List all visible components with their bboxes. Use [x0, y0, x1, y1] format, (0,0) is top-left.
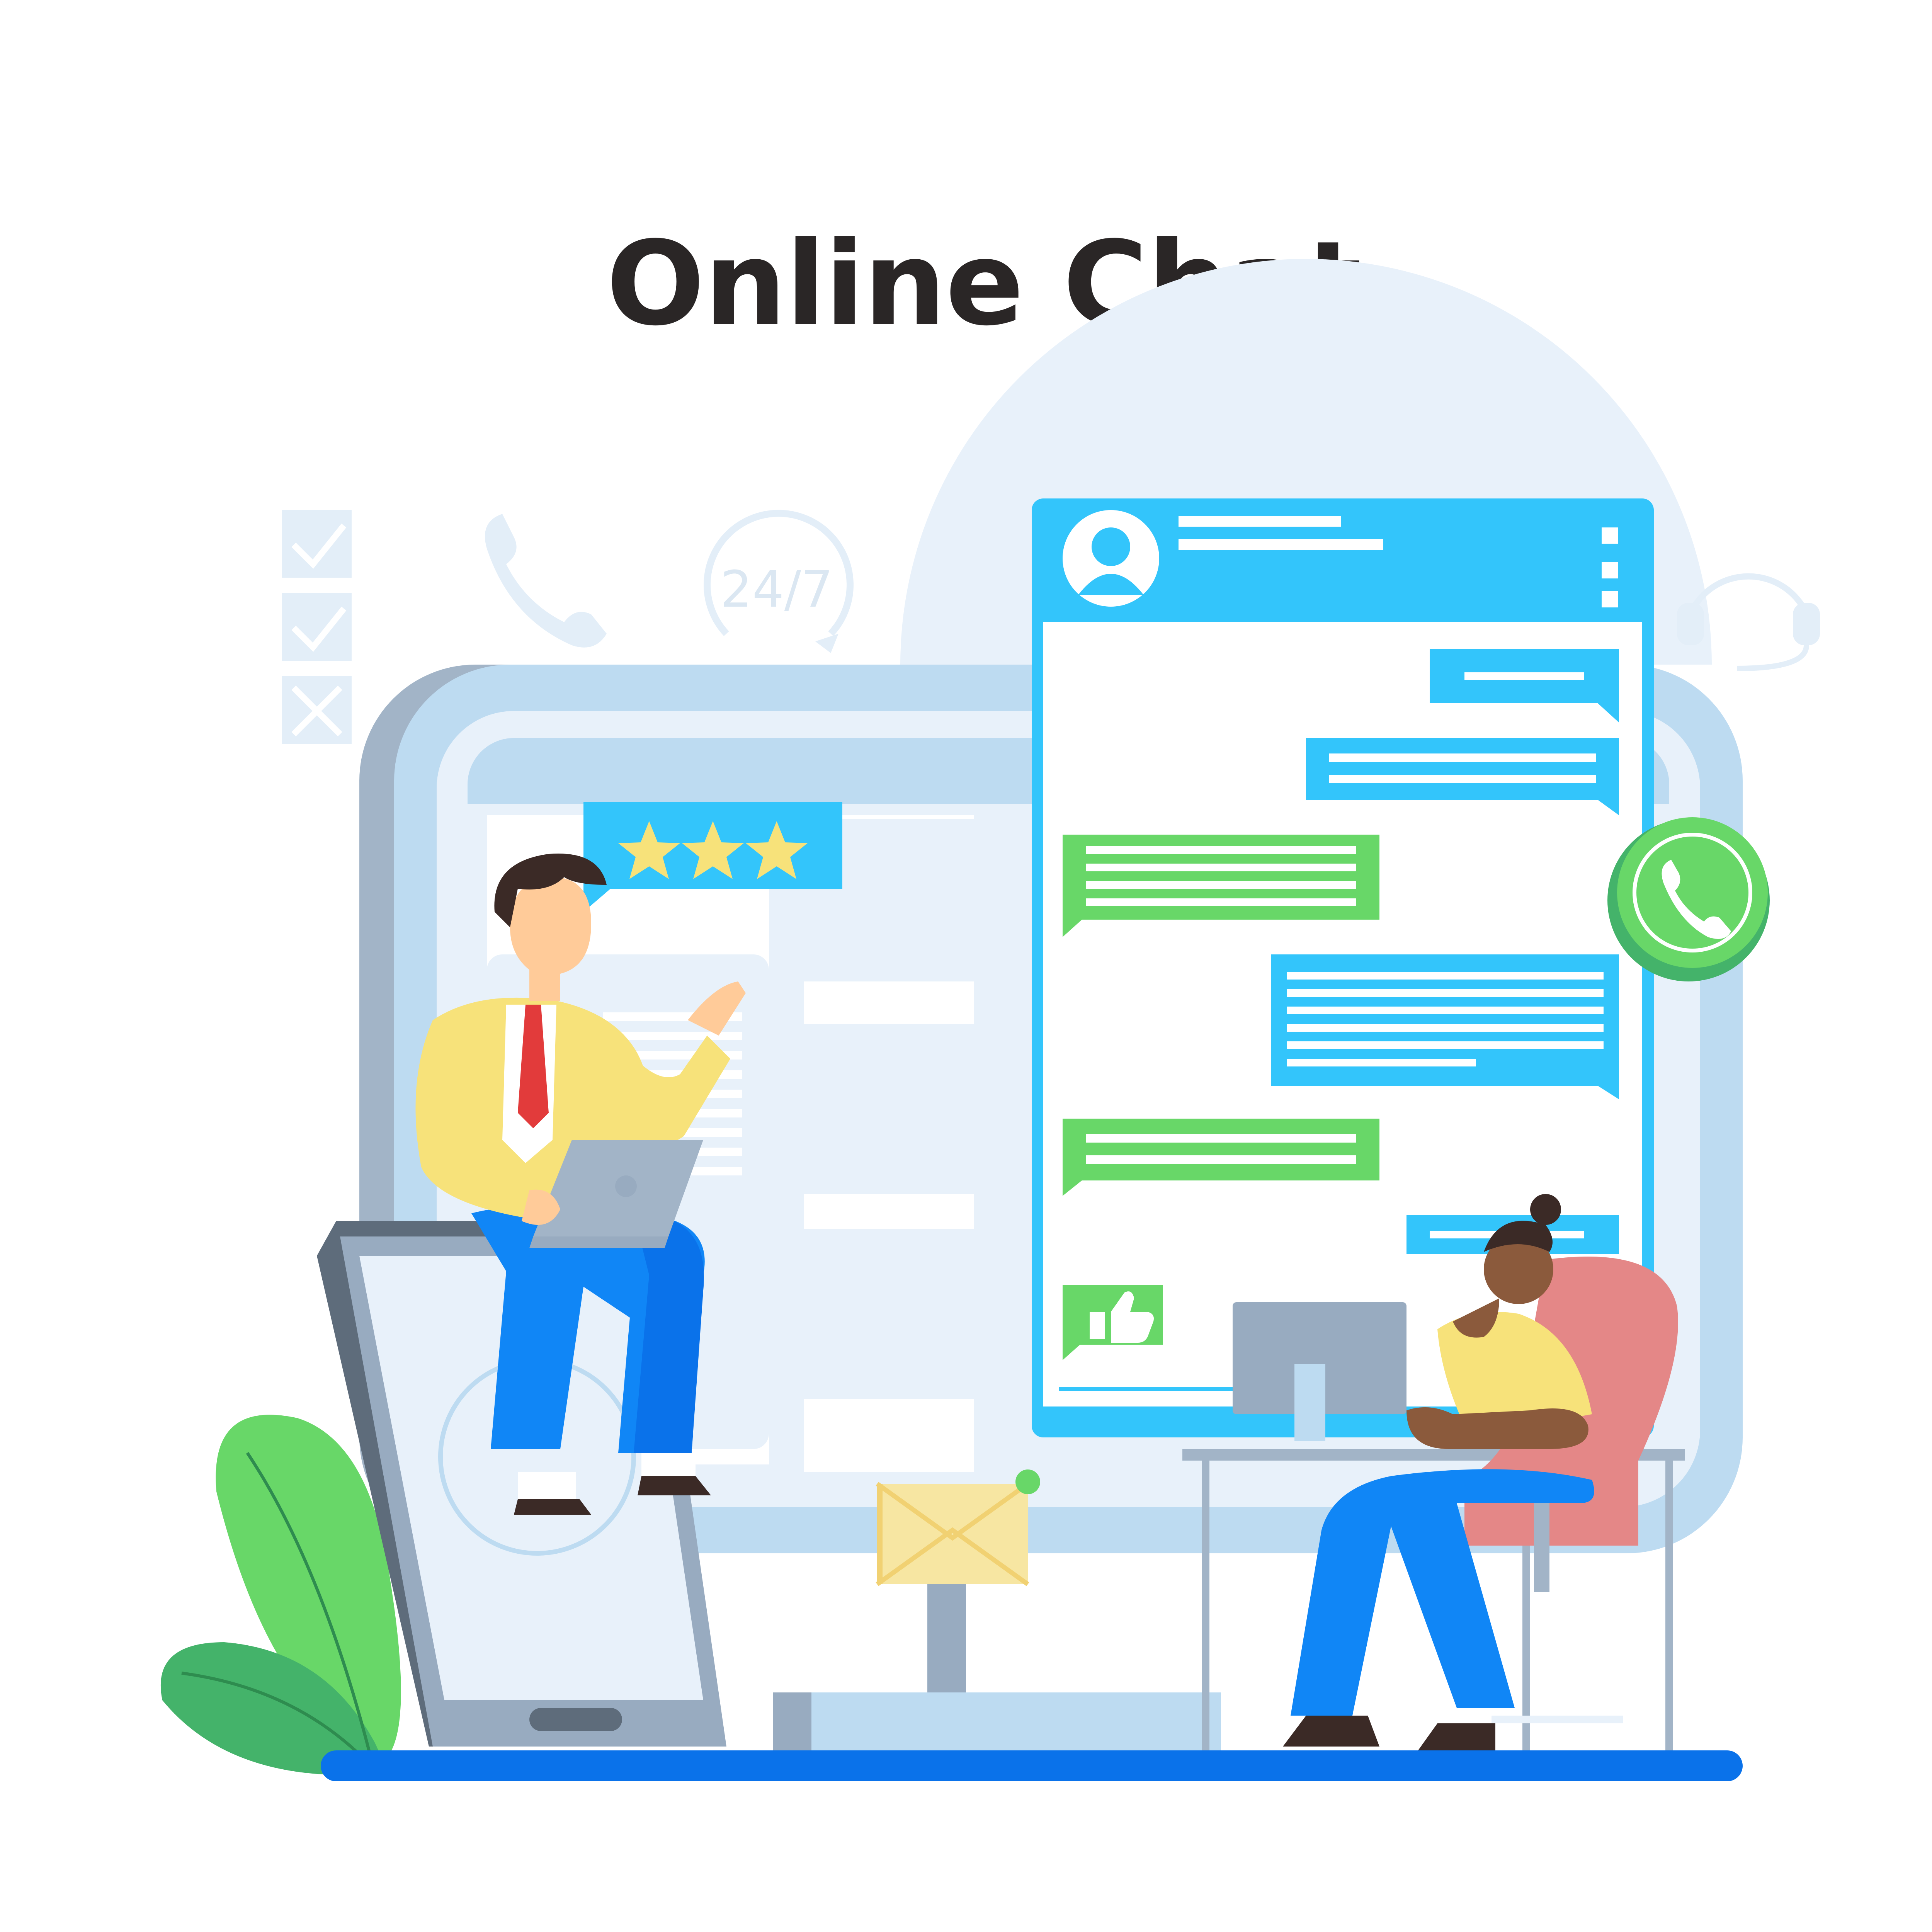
contact-status-line [1179, 539, 1383, 550]
checklist-icon [282, 510, 352, 744]
support-24-7-label: 24/7 [720, 560, 833, 619]
illustration: 24/7 Q [160, 259, 1820, 1781]
notification-dot [1015, 1469, 1040, 1494]
more-menu-icon [1602, 527, 1618, 607]
floor-line [321, 1750, 1743, 1781]
search-icon: Q [767, 1560, 840, 1663]
support-24-7-icon: 24/7 [704, 510, 854, 653]
contact-name-line [1179, 516, 1341, 527]
message-outgoing [1271, 954, 1619, 1099]
phone-outline-icon [485, 514, 607, 648]
